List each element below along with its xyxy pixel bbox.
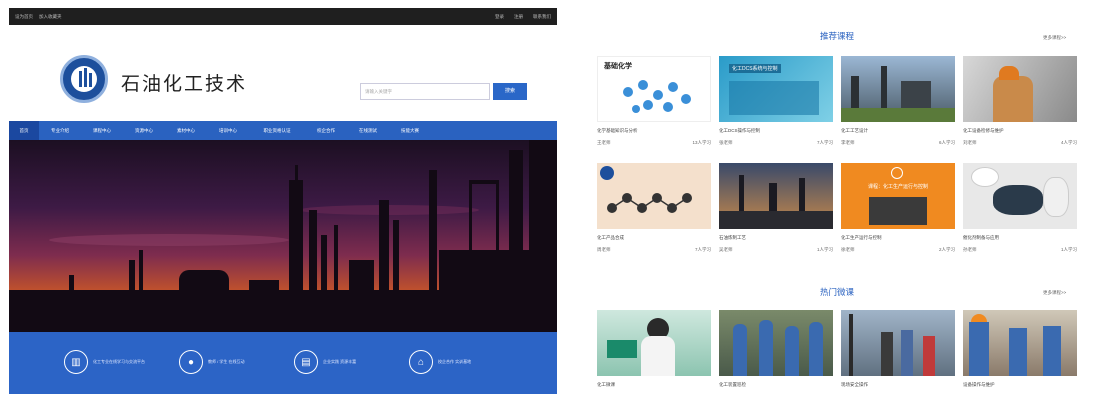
recommended-title: 推荐课程 — [819, 31, 854, 41]
course-name[interactable]: 化工产品合成 — [597, 235, 711, 243]
site-header: 石油化工技术 请输入关键字 搜索 — [9, 25, 557, 121]
course-teacher: 孙老师 — [963, 247, 977, 252]
home-link[interactable]: 设为首页 — [15, 14, 33, 20]
course-count: 13人学习 — [692, 140, 711, 145]
hero-banner — [9, 140, 557, 332]
building-icon: ▤ — [294, 350, 318, 374]
recommended-more-link[interactable]: 更多课程>> — [1043, 35, 1066, 41]
user-icon: ● — [179, 350, 203, 374]
contact-link[interactable]: 联系我们 — [533, 14, 551, 20]
course-teacher: 李老师 — [841, 140, 855, 145]
feature-item[interactable]: ● 教师 / 学生 在线互动 — [179, 350, 268, 374]
course-count: 4人学习 — [1060, 140, 1077, 145]
course-card[interactable]: 化工设备检修与维护 刘老师 4人学习 — [963, 56, 1077, 146]
nav-item-resources[interactable]: 资源中心 — [123, 121, 165, 140]
nav-item-test[interactable]: 在线测试 — [347, 121, 389, 140]
course-card[interactable]: 化工装置巡检 — [719, 310, 833, 390]
course-teacher: 吴老师 — [719, 247, 733, 252]
nav-item-courses[interactable]: 课程中心 — [81, 121, 123, 140]
main-nav: 首页 专业介绍 课程中心 资源中心 素材中心 培训中心 职业资格认证 校企合作 … — [9, 121, 557, 140]
course-teacher: 周老师 — [597, 247, 611, 252]
course-thumbnail — [841, 56, 955, 122]
feature-item[interactable]: ⌂ 校企合作 实训基地 — [409, 350, 498, 374]
course-thumbnail — [963, 163, 1077, 229]
course-name[interactable]: 化工微课 — [597, 382, 711, 390]
course-name[interactable]: 化工DCS操作与控制 — [719, 128, 833, 136]
course-teacher: 张老师 — [719, 140, 733, 145]
site-title: 石油化工技术 — [121, 73, 248, 95]
course-card[interactable]: 化工DCS系统与控制 化工DCS操作与控制 张老师 7人学习 — [719, 56, 833, 146]
course-count: 7人学习 — [816, 140, 833, 145]
feature-item[interactable]: ▥ 化工专业在线学习与交流平台 — [64, 350, 153, 374]
favorite-link[interactable]: 加入收藏夹 — [39, 14, 62, 20]
course-card[interactable]: 基础化学 化学基础知识与分析 王老师 13人学习 — [597, 56, 711, 146]
refinery-silhouette — [9, 140, 557, 332]
course-thumbnail: 基础化学 — [597, 56, 711, 122]
top-bar: 设为首页 加入收藏夹 登录 注册 联系我们 — [9, 8, 557, 25]
course-card[interactable]: 现场安全操作 — [841, 310, 955, 390]
hot-title: 热门微课 — [819, 287, 854, 297]
nav-item-major[interactable]: 专业介绍 — [39, 121, 81, 140]
course-listing: 推荐课程 更多课程>> 基础化学 化学基础知识与分析 王老师 13人学习 化工DC… — [587, 20, 1093, 394]
course-name[interactable]: 设备操作与维护 — [963, 382, 1077, 390]
course-teacher: 王老师 — [597, 140, 611, 145]
register-link[interactable]: 注册 — [514, 14, 523, 20]
course-thumbnail: 课程：化工生产运行与控制 — [841, 163, 955, 229]
nav-item-cooperation[interactable]: 校企合作 — [305, 121, 347, 140]
home-icon: ⌂ — [409, 350, 433, 374]
course-teacher: 徐老师 — [841, 247, 855, 252]
course-name[interactable]: 石油炼制工艺 — [719, 235, 833, 243]
search-input[interactable]: 请输入关键字 — [360, 83, 490, 100]
course-name[interactable]: 化工工艺设计 — [841, 128, 955, 136]
hot-more-link[interactable]: 更多课程>> — [1043, 290, 1066, 296]
course-card[interactable]: 石油炼制工艺 吴老师 1人学习 — [719, 163, 833, 253]
feature-item[interactable]: ▤ 企业实践 资源丰富 — [294, 350, 383, 374]
course-name[interactable]: 化工设备检修与维护 — [963, 128, 1077, 136]
course-name[interactable]: 现场安全操作 — [841, 382, 955, 390]
course-card[interactable]: 课程：化工生产运行与控制 化工生产运行与控制 徐老师 2人学习 — [841, 163, 955, 253]
search-button[interactable]: 搜索 — [493, 83, 527, 100]
course-card[interactable]: 化工产品合成 周老师 7人学习 — [597, 163, 711, 253]
nav-item-contest[interactable]: 技能大赛 — [389, 121, 431, 140]
course-teacher: 刘老师 — [963, 140, 977, 145]
course-count: 1人学习 — [1060, 247, 1077, 252]
course-count: 7人学习 — [694, 247, 711, 252]
course-card[interactable]: 催化剂制备与应用 孙老师 1人学习 — [963, 163, 1077, 253]
course-thumbnail — [963, 310, 1077, 376]
nav-item-home[interactable]: 首页 — [9, 121, 39, 140]
course-name[interactable]: 化工生产运行与控制 — [841, 235, 955, 243]
course-thumbnail — [719, 310, 833, 376]
nav-item-certification[interactable]: 职业资格认证 — [249, 121, 305, 140]
school-icon: ▥ — [64, 350, 88, 374]
nav-item-materials[interactable]: 素材中心 — [165, 121, 207, 140]
course-thumbnail — [597, 163, 711, 229]
login-link[interactable]: 登录 — [495, 14, 504, 20]
course-count: 2人学习 — [938, 247, 955, 252]
course-thumbnail — [963, 56, 1077, 122]
portal-screenshot: 设为首页 加入收藏夹 登录 注册 联系我们 石油化工技术 请输入关键字 搜索 首… — [9, 8, 557, 394]
course-count: 6人学习 — [938, 140, 955, 145]
course-count: 1人学习 — [816, 247, 833, 252]
course-card[interactable]: 化工微课 — [597, 310, 711, 390]
course-name[interactable]: 化工装置巡检 — [719, 382, 833, 390]
nav-item-training[interactable]: 培训中心 — [207, 121, 249, 140]
course-card[interactable]: 设备操作与维护 — [963, 310, 1077, 390]
course-name[interactable]: 催化剂制备与应用 — [963, 235, 1077, 243]
course-card[interactable]: 化工工艺设计 李老师 6人学习 — [841, 56, 955, 146]
course-thumbnail — [719, 163, 833, 229]
site-logo[interactable] — [60, 55, 108, 103]
course-thumbnail: 化工DCS系统与控制 — [719, 56, 833, 122]
course-thumbnail — [597, 310, 711, 376]
course-name[interactable]: 化学基础知识与分析 — [597, 128, 711, 136]
feature-strip: ▥ 化工专业在线学习与交流平台 ● 教师 / 学生 在线互动 ▤ 企业实践 资源… — [9, 332, 557, 394]
course-thumbnail — [841, 310, 955, 376]
